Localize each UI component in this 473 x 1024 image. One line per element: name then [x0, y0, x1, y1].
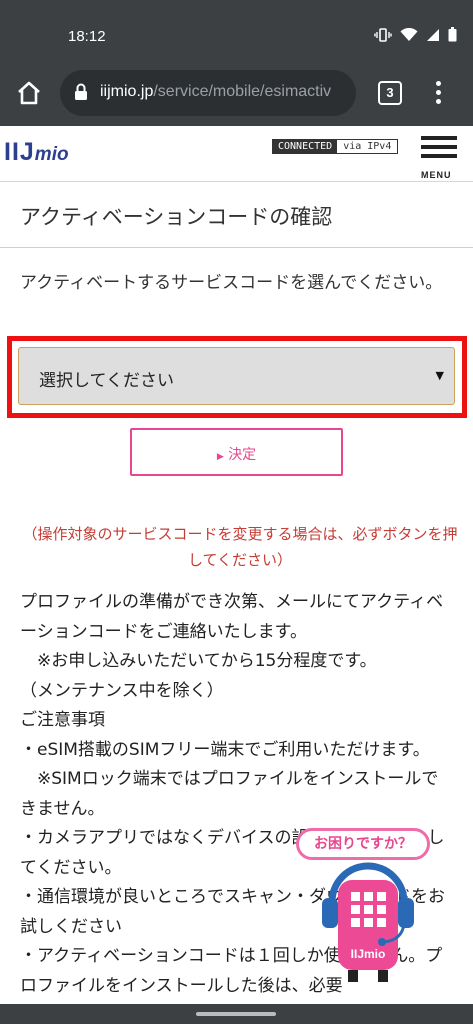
url-host: iijmio.jp	[100, 83, 154, 100]
page-title-bar: アクティベーションコードの確認	[0, 182, 473, 248]
status-icons	[374, 27, 457, 42]
logo-main: IIJ	[4, 138, 35, 166]
hamburger-bar-icon	[421, 145, 457, 149]
status-bar: 18:12	[0, 0, 473, 60]
body-paragraph: ※SIMロック端末ではプロファイルをインストールできません。	[20, 769, 439, 819]
home-icon	[18, 81, 40, 105]
logo-sub: mio	[34, 144, 69, 165]
home-button[interactable]	[14, 78, 44, 108]
submit-label: 決定	[228, 447, 257, 463]
wifi-icon	[400, 27, 418, 41]
more-dot-icon	[435, 81, 441, 86]
service-code-select[interactable]: 選択してください ▼	[18, 347, 455, 405]
body-paragraph: ※お申し込みいただいてから15分程度です。	[20, 651, 377, 671]
site-logo[interactable]: IIJmio	[4, 138, 69, 167]
system-nav-bar	[0, 1004, 473, 1024]
connected-via: via IPv4	[337, 140, 398, 153]
body-paragraph: ご注意事項	[20, 710, 105, 730]
url-path: /service/mobile/esimactiv	[153, 83, 332, 100]
mascot-icon: IIJmio	[322, 862, 414, 982]
connected-label: CONNECTED	[273, 140, 338, 153]
more-options-button[interactable]	[430, 79, 446, 107]
instruction-text: アクティベートするサービスコードを選んでください。	[20, 273, 443, 293]
dropdown-caret-icon: ▼	[435, 369, 444, 382]
more-dot-icon	[435, 90, 441, 95]
tab-switcher-button[interactable]: 3	[378, 81, 402, 105]
battery-icon	[448, 27, 457, 42]
address-bar[interactable]: iijmio.jp/service/mobile/esimactiv	[60, 70, 356, 116]
site-header: IIJmio CONNECTED via IPv4 MENU	[0, 126, 473, 182]
body-paragraph: （メンテナンス中を除く）	[20, 680, 224, 701]
arrow-right-icon: ▶	[216, 452, 224, 462]
body-paragraph: プロファイルの準備ができ次第、メールにてアクティベーションコードをご連絡いたしま…	[20, 592, 444, 642]
help-bubble: お困りですか？	[296, 828, 430, 860]
select-value: 選択してください	[39, 371, 174, 391]
warning-text: （操作対象のサービスコードを変更する場合は、必ずボタンを押してください）	[22, 525, 458, 569]
gesture-handle[interactable]	[196, 1012, 276, 1016]
help-chat-widget[interactable]: お困りですか？ IIJmio	[292, 828, 432, 988]
signal-icon	[427, 28, 439, 41]
menu-label: MENU	[421, 170, 452, 180]
status-time: 18:12	[68, 28, 106, 45]
submit-button-content: ▶ 決定	[132, 444, 341, 464]
hamburger-bar-icon	[421, 136, 457, 140]
hamburger-bar-icon	[421, 154, 457, 158]
body-paragraph: ・eSIM搭載のSIMフリー端末でご利用いただけます。	[20, 739, 430, 760]
page-title: アクティベーションコードの確認	[20, 205, 333, 229]
vibrate-icon	[374, 27, 392, 42]
connection-status-badge: CONNECTED via IPv4	[272, 139, 399, 154]
submit-button[interactable]: ▶ 決定	[130, 428, 343, 476]
lock-icon	[75, 83, 87, 100]
browser-toolbar: iijmio.jp/service/mobile/esimactiv 3	[0, 60, 473, 126]
menu-button[interactable]: MENU	[421, 136, 459, 180]
mascot-badge: IIJmio	[351, 947, 386, 961]
url-text: iijmio.jp/service/mobile/esimactiv	[100, 83, 331, 101]
more-dot-icon	[435, 99, 441, 104]
